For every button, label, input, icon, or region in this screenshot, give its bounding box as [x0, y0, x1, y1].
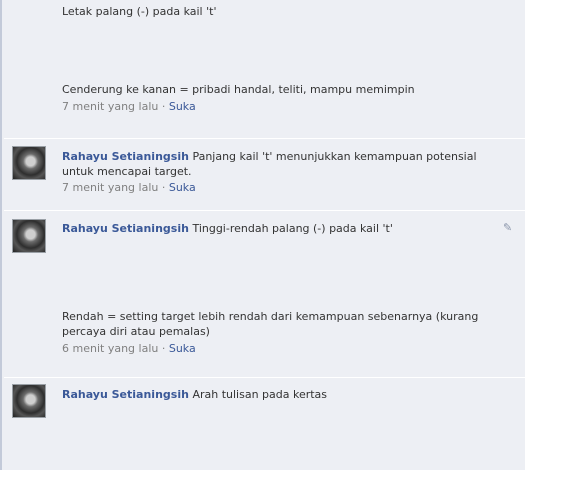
comment-item: ✎ Rahayu Setianingsih Tinggi-rendah pala…: [4, 211, 525, 376]
comment-text: Rahayu Setianingsih Tinggi-rendah palang…: [62, 221, 492, 356]
avatar[interactable]: [12, 146, 46, 180]
comment-author[interactable]: Rahayu Setianingsih: [62, 222, 189, 235]
comment-author[interactable]: Rahayu Setianingsih: [62, 388, 189, 401]
comment-body: Arah tulisan pada kertas: [192, 388, 328, 401]
comment-meta: 7 menit yang lalu · Suka: [62, 100, 196, 113]
comments-panel: Letak palang (-) pada kail 't' Cenderung…: [0, 0, 525, 470]
comment-timestamp[interactable]: 6 menit yang lalu: [62, 342, 158, 355]
comment-item: Rahayu Setianingsih Arah tulisan pada ke…: [4, 378, 525, 470]
like-link[interactable]: Suka: [169, 100, 196, 113]
comment-body: Tinggi-rendah palang (-) pada kail 't': [192, 222, 393, 235]
avatar[interactable]: [12, 219, 46, 253]
avatar[interactable]: [12, 384, 46, 418]
like-link[interactable]: Suka: [169, 342, 196, 355]
comment-item: Letak palang (-) pada kail 't' Cenderung…: [4, 0, 525, 138]
comment-line: Letak palang (-) pada kail 't': [62, 5, 217, 18]
comment-author[interactable]: Rahayu Setianingsih: [62, 150, 189, 163]
comment-timestamp[interactable]: 7 menit yang lalu: [62, 100, 158, 113]
comment-line: Cenderung ke kanan = pribadi handal, tel…: [62, 83, 415, 96]
comment-item: Rahayu Setianingsih Panjang kail 't' men…: [4, 139, 525, 209]
comment-text: Rahayu Setianingsih Arah tulisan pada ke…: [62, 387, 492, 402]
comment-text: Letak palang (-) pada kail 't' Cenderung…: [62, 4, 492, 114]
comment-timestamp[interactable]: 7 menit yang lalu: [62, 181, 158, 194]
comment-text: Rahayu Setianingsih Panjang kail 't' men…: [62, 149, 492, 195]
like-link[interactable]: Suka: [169, 181, 196, 194]
comment-meta: 6 menit yang lalu · Suka: [62, 342, 196, 355]
comment-line: Rendah = setting target lebih rendah dar…: [62, 310, 479, 338]
pencil-icon[interactable]: ✎: [503, 221, 515, 234]
comment-meta: 7 menit yang lalu · Suka: [62, 181, 196, 194]
